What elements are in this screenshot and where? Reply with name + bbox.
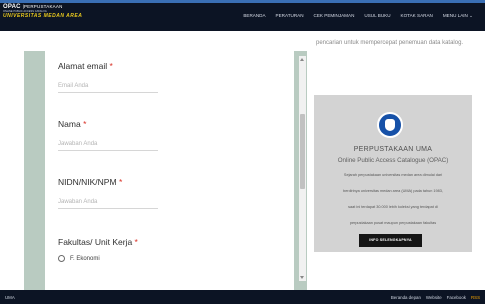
nama-input[interactable]: Jawaban Anda — [58, 141, 158, 151]
required-mark: * — [134, 237, 138, 247]
required-mark: * — [109, 61, 113, 71]
nidn-label-text: NIDN/NIK/NPM — [58, 177, 117, 187]
library-info-card: PERPUSTAKAAN UMA Online Public Access Ca… — [314, 95, 472, 252]
seal-shield-icon — [385, 119, 395, 131]
sidebar-intro-text: pencarian untuk mempercepat penemuan dat… — [316, 40, 464, 46]
form-scrollbar[interactable] — [299, 56, 306, 281]
card-title: PERPUSTAKAAN UMA — [353, 146, 433, 153]
top-navbar: OPAC |PERPUSTAKAAN ONLINE PUBLIC ACCESS … — [0, 0, 485, 31]
nav-peraturan[interactable]: PERATURAN — [276, 13, 304, 19]
nav-menu-lain[interactable]: MENU LAIN ⌄ — [443, 13, 473, 19]
card-description-line: perpustakaan pusat maupun perpustakaan f… — [349, 221, 437, 225]
fakultas-field: Fakultas/ Unit Kerja * F. Ekonomi — [58, 237, 268, 262]
info-selengkapnya-button[interactable]: INFO SELENGKAPNYA — [359, 234, 422, 247]
card-subtitle: Online Public Access Catalogue (OPAC) — [337, 157, 449, 164]
nidn-label: NIDN/NIK/NPM * — [58, 177, 268, 187]
logo-university: UNIVERSITAS MEDAN AREA — [3, 13, 83, 19]
main-content: Alamat email * Email Anda Nama * Jawaban… — [0, 31, 485, 301]
radio-label: F. Ekonomi — [70, 255, 100, 262]
card-description-line: Sejarah perpustakaan universitas medan a… — [343, 173, 443, 177]
main-nav: BERANDA PERATURAN CEK PEMINJAMAN USUL BU… — [243, 13, 473, 19]
nav-kotak-saran[interactable]: KOTAK SARAN — [401, 13, 433, 19]
radio-circle-icon[interactable] — [58, 255, 65, 262]
required-mark: * — [118, 177, 123, 187]
scroll-down-arrow-icon[interactable] — [300, 276, 304, 279]
card-description-line: berdirinya universitas medan area (UMA) … — [343, 189, 443, 193]
email-input[interactable]: Email Anda — [58, 83, 158, 93]
footer-links: Beranda depan Website Facebook RSS — [391, 295, 480, 300]
logo-sub: |PERPUSTAKAAN — [22, 4, 63, 9]
embedded-form-frame: Alamat email * Email Anda Nama * Jawaban… — [24, 51, 307, 301]
footer-link-facebook[interactable]: Facebook — [447, 295, 466, 300]
footer: UMA Beranda depan Website Facebook RSS — [0, 290, 485, 304]
footer-link-website[interactable]: Website — [426, 295, 442, 300]
site-logo[interactable]: OPAC |PERPUSTAKAAN ONLINE PUBLIC ACCESS … — [3, 4, 82, 19]
nama-label-text: Nama — [58, 119, 81, 129]
nidn-input[interactable]: Jawaban Anda — [58, 199, 158, 209]
footer-link-beranda[interactable]: Beranda depan — [391, 295, 421, 300]
footer-brand: UMA — [5, 295, 15, 300]
nama-label: Nama * — [58, 119, 268, 129]
nav-usul-buku[interactable]: USUL BUKU — [364, 13, 390, 19]
logo-sub-text: PERPUSTAKAAN — [23, 4, 63, 9]
card-description-line: saat ini terdapat 30.000 lebih koleksi y… — [348, 205, 438, 209]
nama-field: Nama * Jawaban Anda — [58, 119, 268, 151]
scroll-up-arrow-icon[interactable] — [300, 58, 304, 61]
fakultas-label-text: Fakultas/ Unit Kerja — [58, 237, 133, 247]
required-mark: * — [83, 119, 87, 129]
scroll-thumb[interactable] — [300, 114, 305, 189]
fakultas-label: Fakultas/ Unit Kerja * — [58, 237, 268, 247]
email-label: Alamat email * — [58, 61, 268, 71]
university-seal-icon — [377, 112, 403, 138]
nav-cek-peminjaman[interactable]: CEK PEMINJAMAN — [314, 13, 355, 19]
accent-bar — [0, 0, 485, 3]
email-label-text: Alamat email — [58, 61, 108, 71]
radio-option-ekonomi[interactable]: F. Ekonomi — [58, 255, 268, 262]
nav-beranda[interactable]: BERANDA — [243, 13, 265, 19]
email-field: Alamat email * Email Anda — [58, 61, 268, 93]
footer-link-rss[interactable]: RSS — [471, 295, 480, 300]
nidn-field: NIDN/NIK/NPM * Jawaban Anda — [58, 177, 268, 209]
